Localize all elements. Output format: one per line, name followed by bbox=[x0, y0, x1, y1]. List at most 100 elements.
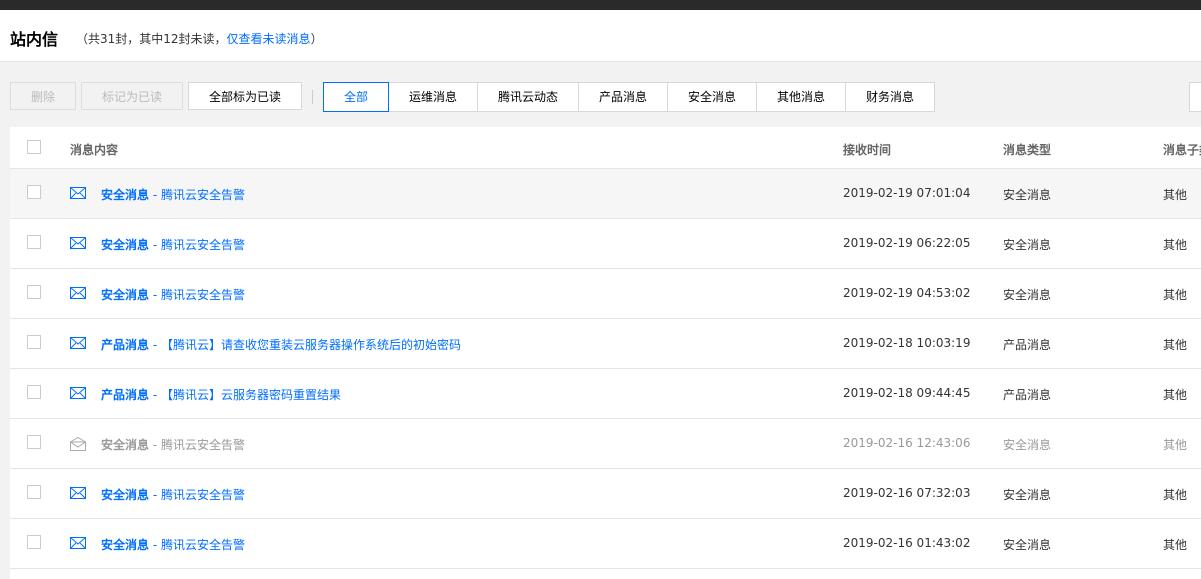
table-row[interactable]: 安全消息 - 腾讯云安全告警 2019-02-16 01:43:02 安全消息 其他 bbox=[10, 519, 1201, 569]
message-category: 安全消息 bbox=[101, 238, 150, 252]
row-checkbox[interactable] bbox=[27, 385, 41, 399]
mail-closed-icon bbox=[70, 187, 86, 199]
table-row[interactable]: 安全消息 - 腾讯云安全告警 2019-02-19 04:53:02 安全消息 其他 bbox=[10, 269, 1201, 319]
tab-tencent-news[interactable]: 腾讯云动态 bbox=[478, 82, 579, 112]
message-type: 安全消息 bbox=[1003, 238, 1052, 252]
row-checkbox[interactable] bbox=[27, 185, 41, 199]
message-link[interactable]: 安全消息 - 腾讯云安全告警 bbox=[101, 186, 245, 203]
tab-all[interactable]: 全部 bbox=[323, 82, 389, 112]
message-summary: （共31封，其中12封未读，仅查看未读消息） bbox=[76, 30, 323, 47]
message-title: 腾讯云安全告警 bbox=[160, 238, 245, 252]
message-link[interactable]: 安全消息 - 腾讯云安全告警 bbox=[101, 486, 245, 503]
message-separator: - bbox=[149, 388, 161, 402]
message-title: 【腾讯云】请查收您重装云服务器操作系统后的初始密码 bbox=[160, 338, 461, 352]
message-link[interactable]: 安全消息 - 腾讯云安全告警 bbox=[101, 436, 245, 453]
message-category: 安全消息 bbox=[101, 538, 150, 552]
message-separator: - bbox=[149, 188, 161, 202]
row-checkbox[interactable] bbox=[27, 335, 41, 349]
table-row[interactable]: 产品消息 - 【腾讯云】云服务器密码重置结果 2019-02-18 09:44:4… bbox=[10, 369, 1201, 419]
table-row[interactable]: 产品消息 - 【腾讯云】请查收您重装云服务器操作系统后的初始密码 2019-02-… bbox=[10, 319, 1201, 369]
message-subtype: 其他 bbox=[1163, 338, 1188, 352]
message-subtype: 其他 bbox=[1163, 538, 1188, 552]
mail-closed-icon bbox=[70, 487, 86, 499]
message-separator: - bbox=[149, 288, 161, 302]
message-separator: - bbox=[149, 538, 161, 552]
mail-closed-icon bbox=[70, 237, 86, 249]
mail-closed-icon bbox=[70, 287, 86, 299]
row-checkbox[interactable] bbox=[27, 435, 41, 449]
search-box[interactable] bbox=[1189, 82, 1201, 112]
column-header-type: 消息类型 bbox=[1003, 143, 1052, 157]
column-header-content: 消息内容 bbox=[70, 143, 119, 157]
message-link[interactable]: 安全消息 - 腾讯云安全告警 bbox=[101, 286, 245, 303]
row-checkbox[interactable] bbox=[27, 485, 41, 499]
received-time: 2019-02-19 07:01:04 bbox=[843, 186, 971, 200]
message-subtype: 其他 bbox=[1163, 388, 1188, 402]
message-link[interactable]: 产品消息 - 【腾讯云】请查收您重装云服务器操作系统后的初始密码 bbox=[101, 336, 461, 353]
message-type: 产品消息 bbox=[1003, 388, 1052, 402]
summary-prefix: （共31封，其中12封未读， bbox=[76, 32, 227, 46]
message-separator: - bbox=[149, 438, 161, 452]
received-time: 2019-02-19 06:22:05 bbox=[843, 236, 971, 250]
message-type: 安全消息 bbox=[1003, 188, 1052, 202]
message-link[interactable]: 安全消息 - 腾讯云安全告警 bbox=[101, 236, 245, 253]
mail-open-icon bbox=[70, 436, 86, 451]
tab-product[interactable]: 产品消息 bbox=[579, 82, 668, 112]
received-time: 2019-02-16 01:43:02 bbox=[843, 536, 971, 550]
tab-ops[interactable]: 运维消息 bbox=[389, 82, 478, 112]
tab-other[interactable]: 其他消息 bbox=[757, 82, 846, 112]
top-nav-bar bbox=[0, 0, 1201, 10]
row-checkbox[interactable] bbox=[27, 535, 41, 549]
row-checkbox[interactable] bbox=[27, 235, 41, 249]
toolbar: 删除 标记为已读 全部标为已读 全部 运维消息 腾讯云动态 产品消息 安全消息 … bbox=[0, 82, 1201, 112]
message-subtype: 其他 bbox=[1163, 188, 1188, 202]
message-separator: - bbox=[149, 238, 161, 252]
row-checkbox[interactable] bbox=[27, 285, 41, 299]
message-separator: - bbox=[149, 338, 161, 352]
message-link[interactable]: 安全消息 - 腾讯云安全告警 bbox=[101, 536, 245, 553]
message-title: 【腾讯云】云服务器密码重置结果 bbox=[160, 388, 341, 402]
message-title: 腾讯云安全告警 bbox=[160, 438, 245, 452]
message-subtype: 其他 bbox=[1163, 238, 1188, 252]
message-type: 产品消息 bbox=[1003, 338, 1052, 352]
summary-suffix: ） bbox=[310, 32, 323, 46]
message-subtype: 其他 bbox=[1163, 438, 1188, 452]
mail-closed-icon bbox=[70, 387, 86, 399]
message-table: 消息内容 接收时间 消息类型 消息子类型 安全消息 - 腾讯云安全告警 2019-… bbox=[10, 127, 1201, 579]
tab-finance[interactable]: 财务消息 bbox=[846, 82, 935, 112]
table-row[interactable]: 安全消息 - 腾讯云安全告警 2019-02-16 07:32:03 安全消息 其他 bbox=[10, 469, 1201, 519]
column-header-subtype: 消息子类型 bbox=[1163, 143, 1201, 157]
message-type: 安全消息 bbox=[1003, 438, 1052, 452]
mail-closed-icon bbox=[70, 337, 86, 349]
table-header: 消息内容 接收时间 消息类型 消息子类型 bbox=[10, 127, 1201, 169]
received-time: 2019-02-16 12:43:06 bbox=[843, 436, 971, 450]
tab-security[interactable]: 安全消息 bbox=[668, 82, 757, 112]
message-title: 腾讯云安全告警 bbox=[160, 288, 245, 302]
message-category: 安全消息 bbox=[101, 288, 150, 302]
table-row[interactable]: 安全消息 - 腾讯云安全告警 2019-02-19 07:01:04 安全消息 其他 bbox=[10, 169, 1201, 219]
message-category: 安全消息 bbox=[101, 188, 150, 202]
select-all-checkbox[interactable] bbox=[27, 140, 41, 154]
message-subtype: 其他 bbox=[1163, 488, 1188, 502]
table-row[interactable]: 安全消息 - 腾讯云安全告警 2019-02-19 06:22:05 安全消息 其他 bbox=[10, 219, 1201, 269]
message-category: 产品消息 bbox=[101, 388, 150, 402]
table-row[interactable]: 安全消息 - 腾讯云安全告警 2019-02-16 12:43:06 安全消息 其他 bbox=[10, 419, 1201, 469]
message-type: 安全消息 bbox=[1003, 488, 1052, 502]
received-time: 2019-02-18 09:44:45 bbox=[843, 386, 971, 400]
delete-button[interactable]: 删除 bbox=[10, 82, 76, 110]
mark-read-button[interactable]: 标记为已读 bbox=[81, 82, 183, 110]
received-time: 2019-02-18 10:03:19 bbox=[843, 336, 971, 350]
mail-closed-icon bbox=[70, 537, 86, 549]
message-link[interactable]: 产品消息 - 【腾讯云】云服务器密码重置结果 bbox=[101, 386, 341, 403]
column-header-time: 接收时间 bbox=[843, 143, 892, 157]
mark-all-read-button[interactable]: 全部标为已读 bbox=[188, 82, 302, 110]
page-title: 站内信 bbox=[10, 30, 59, 49]
unread-only-link[interactable]: 仅查看未读消息 bbox=[227, 32, 311, 46]
message-category: 安全消息 bbox=[101, 488, 150, 502]
message-separator: - bbox=[149, 488, 161, 502]
message-type: 安全消息 bbox=[1003, 538, 1052, 552]
message-category: 产品消息 bbox=[101, 338, 150, 352]
page-header: 站内信 （共31封，其中12封未读，仅查看未读消息） bbox=[0, 10, 1201, 62]
received-time: 2019-02-19 04:53:02 bbox=[843, 286, 971, 300]
received-time: 2019-02-16 07:32:03 bbox=[843, 486, 971, 500]
